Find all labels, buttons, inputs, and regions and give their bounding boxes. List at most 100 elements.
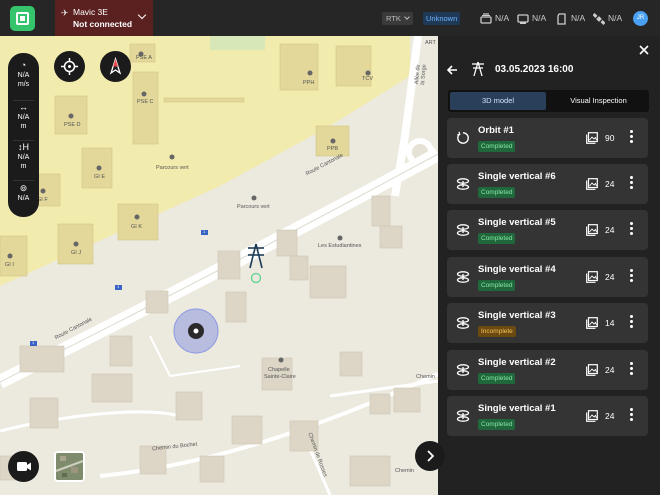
more-options-icon[interactable]: [630, 222, 634, 238]
chevron-down-icon: [404, 14, 410, 20]
compass-button[interactable]: [100, 51, 131, 82]
page-title: 03.05.2023 16:00: [495, 64, 574, 75]
sd-card-icon: [557, 13, 566, 25]
flight-card[interactable]: Single vertical #1 Completed 24: [447, 396, 648, 436]
tower-icon: [472, 61, 484, 77]
photo-count: 14: [605, 318, 615, 328]
camera-button[interactable]: [8, 451, 39, 482]
app-icon: [16, 12, 29, 25]
vertical-scan-icon: [456, 317, 470, 329]
map-label: Chemin: [395, 468, 414, 474]
gallery-icon[interactable]: [586, 271, 598, 283]
road-shield-label: 1: [117, 284, 120, 289]
map-view[interactable]: PSE A PPH TCV PSE C PSE D PPB Parcours v…: [0, 36, 438, 495]
photo-count: 24: [605, 411, 615, 421]
more-options-icon[interactable]: [630, 176, 634, 192]
avatar[interactable]: JR: [633, 11, 648, 26]
flight-card[interactable]: Single vertical #3 Incomplete 14: [447, 303, 648, 343]
map-label: Les Estudiantines: [318, 243, 362, 249]
map-layer-thumbnail[interactable]: [54, 451, 85, 482]
tab-3d-model[interactable]: 3D model: [450, 92, 546, 110]
drone-name: Mavic 3E: [73, 7, 108, 17]
sd-card-value: N/A: [571, 13, 586, 23]
height-value: N/A: [17, 154, 30, 161]
expand-panel-button[interactable]: [415, 441, 445, 471]
chevron-right-icon: [427, 450, 435, 462]
more-options-icon[interactable]: [630, 130, 634, 146]
map-label: Sainte-Claire: [264, 374, 296, 380]
road-shield-label: 1: [203, 229, 206, 234]
map-label: PPB: [327, 146, 339, 152]
photo-count: 90: [605, 133, 615, 143]
gallery-icon[interactable]: [586, 132, 598, 144]
map-label: ART: [425, 40, 436, 46]
gallery-icon[interactable]: [586, 224, 598, 236]
more-options-icon[interactable]: [630, 269, 634, 285]
satellite-icon: [593, 12, 605, 25]
satellite-map-icon: [56, 453, 83, 480]
height-icon: ↕H: [18, 142, 29, 152]
distance-unit: m: [20, 123, 27, 130]
map-label: Chemin: [416, 374, 435, 380]
rtk-dropdown[interactable]: RTK: [382, 12, 413, 25]
more-options-icon[interactable]: [630, 362, 634, 378]
telemetry-panel: ◔ N/A m/s ↔ N/A m ↕H N/A m ⊚ N/A: [8, 53, 39, 217]
view-mode-tabs: 3D model Visual Inspection: [448, 90, 649, 112]
height-readout: ↕H N/A m: [8, 143, 39, 171]
map-label: PPH: [303, 80, 315, 86]
tab-visual-inspection[interactable]: Visual Inspection: [550, 92, 647, 110]
map-label: Chapelle: [268, 367, 290, 373]
distance-icon: ↔: [19, 102, 28, 112]
map-label: PSE A: [136, 55, 152, 61]
video-link-status: N/A: [517, 10, 546, 26]
map-label: GI J: [71, 250, 82, 256]
airplane-slash-icon: ✈: [61, 8, 69, 18]
road-shield-label: 1: [32, 340, 35, 345]
distance-value: N/A: [17, 114, 30, 121]
flight-name: Single vertical #5: [478, 217, 556, 228]
divider: [13, 180, 34, 181]
map-label: TCV: [362, 76, 373, 82]
locate-button[interactable]: [54, 51, 85, 82]
gps-signal-icon: ⊚: [19, 183, 28, 193]
map-label: Allée de la Sorge: [414, 64, 428, 86]
photo-count: 24: [605, 179, 615, 189]
flight-card[interactable]: Single vertical #4 Completed 24: [447, 257, 648, 297]
flight-card[interactable]: Single vertical #6 Completed 24: [447, 164, 648, 204]
satellite-value: N/A: [608, 13, 623, 23]
top-bar: ✈ Mavic 3E Not connected RTK Unknown N/A…: [0, 0, 660, 36]
gallery-icon[interactable]: [586, 364, 598, 376]
status-badge: Completed: [478, 141, 516, 152]
flight-card[interactable]: Single vertical #2 Completed 24: [447, 350, 648, 390]
flight-card[interactable]: Single vertical #5 Completed 24: [447, 210, 648, 250]
drone-status: Not connected: [73, 19, 133, 29]
vertical-scan-icon: [456, 364, 470, 376]
compass-icon: [109, 56, 122, 75]
app-menu-button[interactable]: [10, 6, 35, 31]
drone-selector[interactable]: ✈ Mavic 3E Not connected: [55, 0, 153, 36]
video-link-icon: [517, 14, 529, 24]
map-label: Parcours vert: [237, 204, 270, 210]
vertical-scan-icon: [456, 410, 470, 422]
more-options-icon[interactable]: [630, 315, 634, 331]
close-icon[interactable]: [638, 44, 650, 56]
remote-controller-status: N/A: [480, 10, 509, 26]
gallery-icon[interactable]: [586, 410, 598, 422]
back-arrow-icon[interactable]: [446, 64, 458, 76]
rtk-label: RTK: [386, 14, 401, 23]
gps-value: N/A: [17, 195, 30, 202]
rc-signal-value: N/A: [495, 13, 510, 23]
flight-name: Single vertical #4: [478, 264, 556, 275]
divider: [13, 100, 34, 101]
vertical-scan-icon: [456, 271, 470, 283]
flight-card[interactable]: Orbit #1 Completed 90: [447, 118, 648, 158]
speed-unit: m/s: [17, 81, 30, 88]
vertical-scan-icon: [456, 178, 470, 190]
speedometer-icon: ◔: [20, 60, 27, 70]
more-options-icon[interactable]: [630, 408, 634, 424]
gallery-icon[interactable]: [586, 317, 598, 329]
gallery-icon[interactable]: [586, 178, 598, 190]
map-label: Parcours vert: [156, 165, 189, 171]
status-badge: Incomplete: [478, 326, 516, 337]
orbit-icon: [457, 131, 469, 144]
